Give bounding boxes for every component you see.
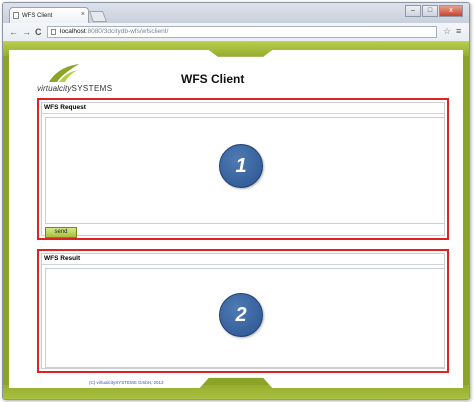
logo: virtualcitySYSTEMS: [37, 62, 127, 102]
url-path: :8080/3dcitydb-wfs/wfsclient/: [85, 28, 169, 35]
browser-tab[interactable]: WFS Client ×: [9, 7, 89, 23]
send-button[interactable]: send: [45, 227, 77, 238]
minimize-button[interactable]: –: [405, 5, 421, 17]
wfs-request-panel: WFS Request send 1: [37, 98, 449, 240]
callout-badge-1: 1: [219, 144, 263, 188]
window-controls: – □ x: [404, 5, 463, 17]
new-tab-button[interactable]: [88, 11, 108, 22]
back-icon[interactable]: ←: [9, 26, 18, 38]
page-viewport: virtualcitySYSTEMS WFS Client WFS Reques…: [3, 42, 469, 399]
title-bar: WFS Client × – □ x: [3, 3, 469, 23]
maximize-button[interactable]: □: [422, 5, 438, 17]
logo-text: virtualcitySYSTEMS: [37, 84, 113, 93]
forward-icon[interactable]: →: [22, 26, 31, 38]
wfs-result-header: WFS Result: [42, 254, 444, 265]
close-window-button[interactable]: x: [439, 5, 463, 17]
page-icon: [51, 29, 56, 35]
callout-badge-2: 2: [219, 293, 263, 337]
tab-title: WFS Client: [22, 12, 53, 19]
page-icon: [13, 12, 19, 19]
wfs-request-header: WFS Request: [42, 103, 444, 114]
menu-icon[interactable]: ≡: [456, 26, 461, 36]
tab-close-icon[interactable]: ×: [81, 11, 85, 18]
browser-window: WFS Client × – □ x ← → C localhost:8080/…: [2, 2, 470, 400]
page-content: virtualcitySYSTEMS WFS Client WFS Reques…: [9, 50, 463, 388]
bookmark-star-icon[interactable]: ☆: [443, 26, 451, 37]
logo-mark-icon: [49, 64, 79, 82]
address-bar[interactable]: localhost:8080/3dcitydb-wfs/wfsclient/: [47, 26, 437, 38]
url-host: localhost: [60, 28, 86, 35]
page-title: WFS Client: [181, 72, 245, 86]
wfs-result-panel: WFS Result 2: [37, 249, 449, 373]
reload-icon[interactable]: C: [35, 26, 42, 38]
browser-toolbar: ← → C localhost:8080/3dcitydb-wfs/wfscli…: [3, 23, 469, 42]
footer-copyright[interactable]: (C) virtualcitySYSTEMS GmbH, 2013: [89, 380, 164, 385]
